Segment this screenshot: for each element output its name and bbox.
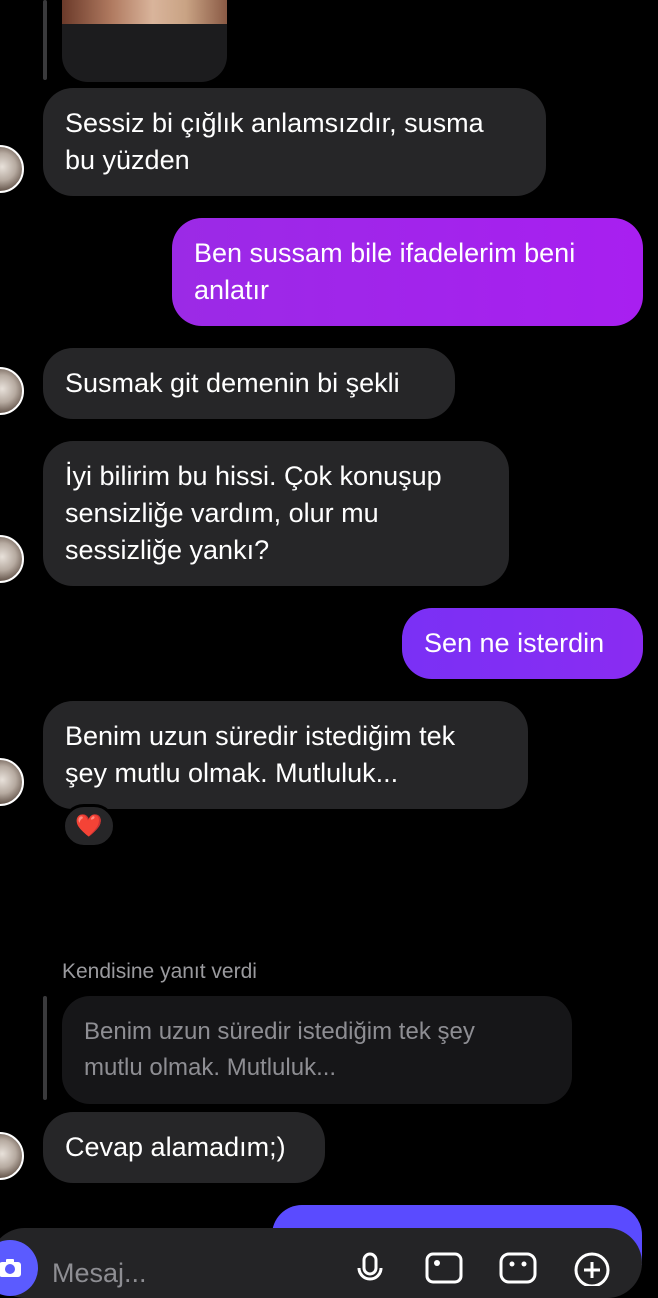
message-text-line: Benim uzun süredir istediğim tek [65, 721, 456, 751]
message-text-line: İyi bilirim bu hissi. Çok konuşup [65, 461, 442, 491]
message-text-line: Sessiz bi çığlık anlamsızdır, susma [65, 108, 484, 138]
message-text-line: şey mutlu olmak. Mutluluk... [65, 758, 399, 788]
quoted-message[interactable]: Benim uzun süredir istediğim tek şey mut… [62, 996, 572, 1104]
incoming-message[interactable]: Benim uzun süredir istediğim tek şey mut… [43, 701, 528, 809]
message-text-line: Susmak git demenin bi şekli [65, 368, 400, 398]
plus-icon[interactable] [572, 1250, 612, 1286]
message-text-line: Cevap alamadım;) [65, 1132, 286, 1162]
sticker-icon[interactable] [498, 1250, 538, 1286]
avatar[interactable] [0, 535, 24, 583]
avatar[interactable] [0, 758, 24, 806]
message-text-line: bu yüzden [65, 145, 190, 175]
message-text-line: Sen ne isterdin [424, 628, 605, 658]
outgoing-message[interactable]: Sen ne isterdin [402, 608, 643, 679]
reply-thread-line [43, 996, 47, 1100]
message-text-line: sessizliğe yankı? [65, 535, 270, 565]
heart-icon: ❤️ [75, 813, 103, 838]
avatar[interactable] [0, 367, 24, 415]
microphone-icon[interactable] [352, 1250, 388, 1286]
shared-image [62, 0, 227, 24]
outgoing-message[interactable]: Ben sussam bile ifadelerim beni anlatır [172, 218, 643, 326]
incoming-message[interactable]: İyi bilirim bu hissi. Çok konuşup sensiz… [43, 441, 509, 586]
gallery-icon[interactable] [424, 1250, 464, 1286]
reply-label: Kendisine yanıt verdi [62, 960, 257, 983]
message-text-line: sensizliğe vardım, olur mu [65, 498, 379, 528]
incoming-message[interactable]: Sessiz bi çığlık anlamsızdır, susma bu y… [43, 88, 546, 196]
heart-reaction[interactable]: ❤️ [62, 804, 116, 848]
avatar[interactable] [0, 145, 24, 193]
avatar[interactable] [0, 1132, 24, 1180]
quoted-text-line: Benim uzun süredir istediğim tek şey [84, 1018, 475, 1045]
message-text-line: anlatır [194, 275, 270, 305]
shared-media-preview[interactable] [62, 0, 227, 82]
quoted-text-line: mutlu olmak. Mutluluk... [84, 1054, 337, 1081]
reply-thread-line [43, 0, 47, 80]
camera-icon [0, 1259, 21, 1277]
incoming-message[interactable]: Cevap alamadım;) [43, 1112, 325, 1183]
incoming-message[interactable]: Susmak git demenin bi şekli [43, 348, 455, 419]
message-text-line: Ben sussam bile ifadelerim beni [194, 238, 576, 268]
